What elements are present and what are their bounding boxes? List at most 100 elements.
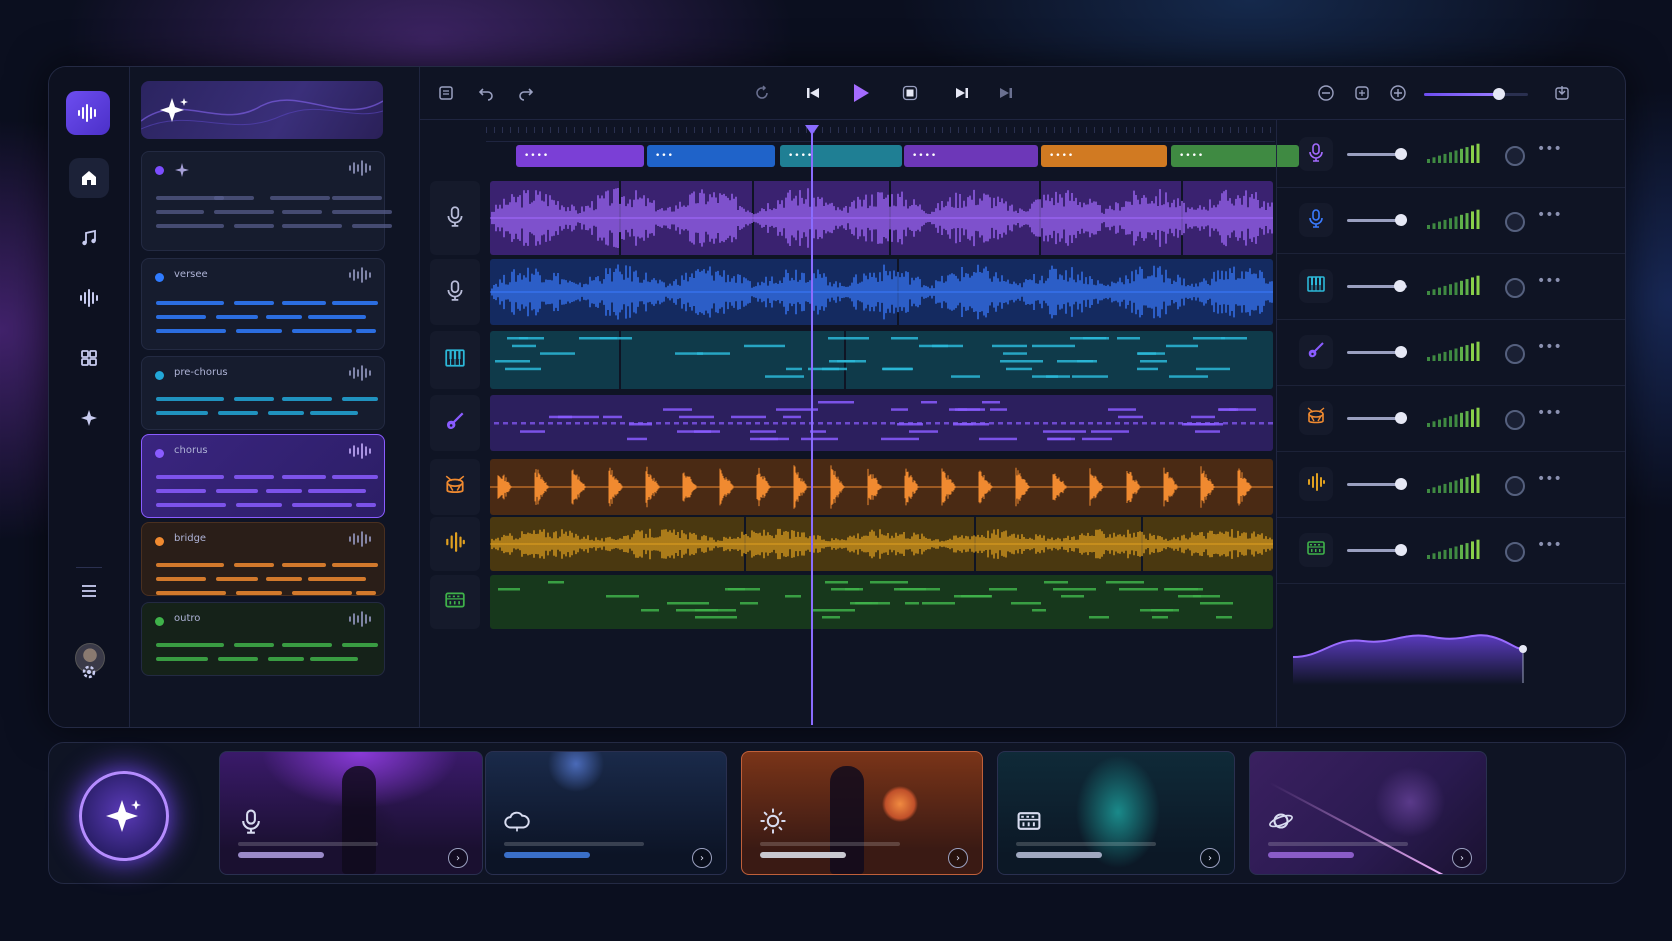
track-lane[interactable]: [490, 517, 1273, 571]
more-options-icon[interactable]: •••: [1537, 141, 1562, 157]
section-card[interactable]: bridge: [141, 522, 385, 596]
ai-create-button[interactable]: [79, 771, 169, 861]
more-options-icon[interactable]: •••: [1537, 339, 1562, 355]
channel-icon[interactable]: [1299, 467, 1333, 501]
ai-generate-banner[interactable]: [141, 81, 383, 139]
track-lane[interactable]: [490, 395, 1273, 451]
preset-card[interactable]: ›: [485, 751, 727, 875]
record-arm-button[interactable]: [1505, 212, 1525, 232]
time-ruler[interactable]: [486, 119, 1275, 142]
stop-icon[interactable]: [898, 81, 922, 105]
arrangement-timeline: •••• ••• •••• •••• •••• ••••: [420, 119, 1299, 727]
section-label: outro: [174, 613, 201, 624]
track-header[interactable]: [430, 259, 480, 325]
track-header[interactable]: [430, 517, 480, 571]
zoom-in-icon[interactable]: [1386, 81, 1410, 105]
volume-slider-knob[interactable]: [1395, 148, 1407, 160]
section-card[interactable]: outro: [141, 602, 385, 676]
track-lane[interactable]: [490, 575, 1273, 629]
record-arm-button[interactable]: [1505, 542, 1525, 562]
gear-icon[interactable]: [69, 652, 109, 692]
track-header[interactable]: [430, 459, 480, 515]
chevron-right-icon[interactable]: ›: [448, 848, 468, 868]
volume-slider-knob[interactable]: [1395, 346, 1407, 358]
menu-icon[interactable]: [69, 571, 109, 611]
section-card[interactable]: pre-chorus: [141, 356, 385, 430]
home-icon[interactable]: [69, 158, 109, 198]
preset-card[interactable]: ›: [1249, 751, 1487, 875]
more-options-icon[interactable]: •••: [1537, 273, 1562, 289]
preset-card[interactable]: ›: [219, 751, 483, 875]
chevron-right-icon[interactable]: ›: [1200, 848, 1220, 868]
loop-icon[interactable]: [750, 81, 774, 105]
redo-icon[interactable]: [514, 81, 538, 105]
track-lane[interactable]: [490, 181, 1273, 255]
playhead[interactable]: [805, 125, 820, 725]
arrangement-segment[interactable]: ••••: [1041, 145, 1167, 167]
preset-card[interactable]: ›: [741, 751, 983, 875]
channel-icon[interactable]: [1299, 203, 1333, 237]
volume-slider-knob[interactable]: [1395, 214, 1407, 226]
section-card[interactable]: versee: [141, 258, 385, 350]
music-note-icon[interactable]: [69, 218, 109, 258]
section-line: [266, 315, 302, 319]
zoom-slider-knob[interactable]: [1492, 88, 1505, 100]
waveform-icon[interactable]: [69, 278, 109, 318]
track-header[interactable]: [430, 575, 480, 629]
arrangement-segment[interactable]: •••: [647, 145, 775, 167]
channel-icon[interactable]: [1299, 137, 1333, 171]
zoom-out-icon[interactable]: [1314, 81, 1338, 105]
section-line: [236, 503, 282, 507]
waveform-logo-icon[interactable]: [66, 91, 110, 135]
zoom-slider[interactable]: [1424, 88, 1528, 100]
section-line: [156, 577, 206, 581]
preset-card[interactable]: ›: [997, 751, 1235, 875]
skip-forward-icon[interactable]: [950, 81, 974, 105]
channel-icon[interactable]: [1299, 335, 1333, 369]
panel-icon[interactable]: [434, 81, 458, 105]
record-arm-button[interactable]: [1505, 410, 1525, 430]
volume-slider-knob[interactable]: [1395, 478, 1407, 490]
more-options-icon[interactable]: •••: [1537, 207, 1562, 223]
track-lane[interactable]: [490, 459, 1273, 515]
record-arm-button[interactable]: [1505, 278, 1525, 298]
arrangement-segment[interactable]: ••••: [904, 145, 1038, 167]
more-options-icon[interactable]: •••: [1537, 471, 1562, 487]
channel-icon[interactable]: [1299, 533, 1333, 567]
track-lane[interactable]: [490, 259, 1273, 325]
track-header[interactable]: [430, 395, 480, 451]
volume-slider-knob[interactable]: [1395, 544, 1407, 556]
record-arm-button[interactable]: [1505, 476, 1525, 496]
section-card[interactable]: [141, 151, 392, 251]
clip-icon[interactable]: [1350, 81, 1374, 105]
skip-end-icon[interactable]: [994, 81, 1018, 105]
volume-slider-knob[interactable]: [1395, 412, 1407, 424]
play-icon[interactable]: [848, 81, 872, 105]
chevron-right-icon[interactable]: ›: [1452, 848, 1472, 868]
section-label: pre-chorus: [174, 367, 228, 378]
arrangement-segment[interactable]: ••••: [780, 145, 902, 167]
record-arm-button[interactable]: [1505, 344, 1525, 364]
track-header[interactable]: [430, 181, 480, 255]
chevron-right-icon[interactable]: ›: [948, 848, 968, 868]
master-envelope[interactable]: [1292, 609, 1529, 685]
section-line: [332, 475, 378, 479]
grid-icon[interactable]: [69, 338, 109, 378]
more-options-icon[interactable]: •••: [1537, 405, 1562, 421]
sparkle-icon[interactable]: [69, 398, 109, 438]
volume-slider-knob[interactable]: [1393, 280, 1406, 292]
track-header[interactable]: [430, 331, 480, 389]
channel-icon[interactable]: [1299, 269, 1333, 303]
undo-icon[interactable]: [474, 81, 498, 105]
more-options-icon[interactable]: •••: [1537, 537, 1562, 553]
export-icon[interactable]: [1550, 81, 1574, 105]
chevron-right-icon[interactable]: ›: [692, 848, 712, 868]
section-card[interactable]: chorus: [141, 434, 385, 518]
track-lane[interactable]: [490, 331, 1273, 389]
arrangement-segment[interactable]: ••••: [516, 145, 644, 167]
microphone-icon: [1306, 208, 1326, 232]
record-arm-button[interactable]: [1505, 146, 1525, 166]
skip-back-icon[interactable]: [801, 81, 825, 105]
channel-icon[interactable]: [1299, 401, 1333, 435]
sparkle-icon: [160, 98, 188, 122]
